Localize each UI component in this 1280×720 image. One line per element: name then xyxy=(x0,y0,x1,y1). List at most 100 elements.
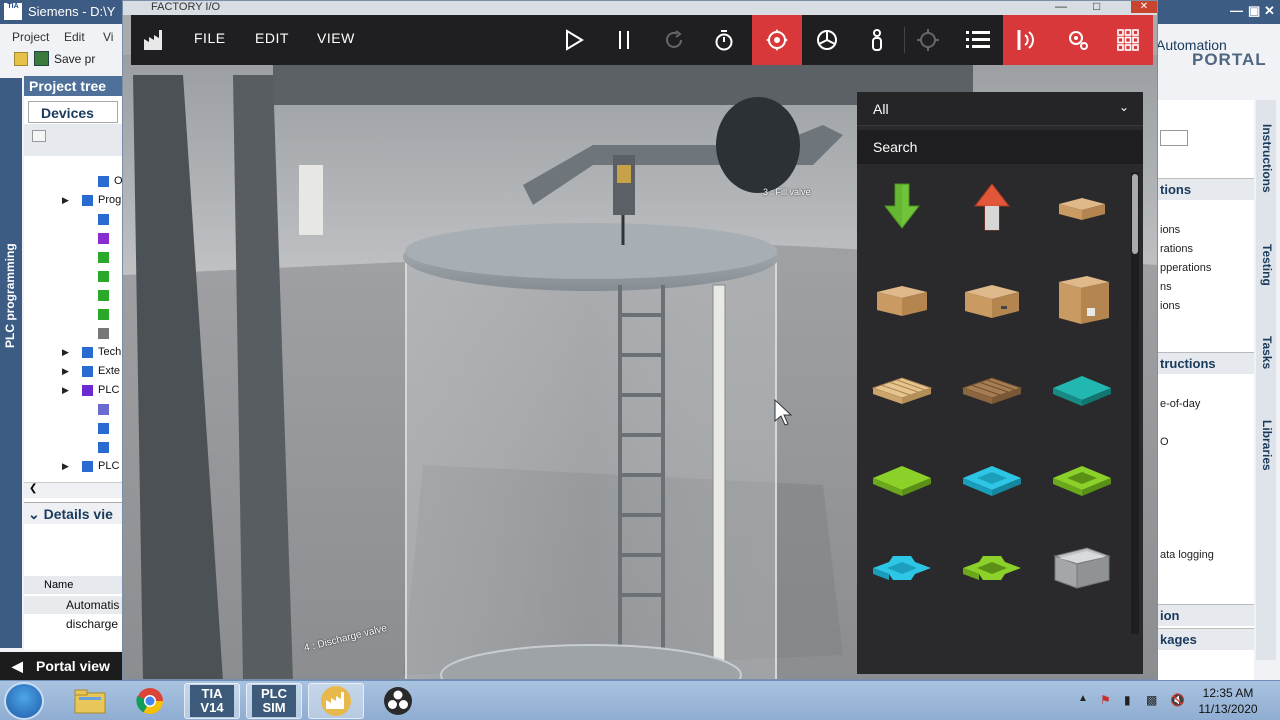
menu-view[interactable]: VIEW xyxy=(317,30,355,46)
stopwatch-icon[interactable] xyxy=(699,15,749,65)
save-project-button[interactable]: Save pr xyxy=(54,52,95,66)
details-row[interactable]: discharge xyxy=(24,615,124,633)
expand-triangle-icon[interactable]: ▶ xyxy=(62,366,69,377)
green-arrow-down-icon[interactable] xyxy=(867,174,937,244)
show-hidden-icons-icon[interactable]: ▲ xyxy=(1078,693,1088,704)
instruction-item[interactable]: rations xyxy=(1160,243,1193,255)
tasks-vertical-tab[interactable]: Tasks xyxy=(1260,336,1274,369)
battery-icon[interactable]: ▮ xyxy=(1124,693,1131,707)
factory-io-icon[interactable] xyxy=(308,683,364,719)
collapse-icon[interactable]: ⌄ xyxy=(28,506,40,522)
fio-maximize-button[interactable]: □ xyxy=(1093,1,1100,13)
signal-icon[interactable]: ▩ xyxy=(1146,693,1157,707)
drivers-icon[interactable] xyxy=(1003,15,1053,65)
tia-menu-view[interactable]: Vi xyxy=(103,30,113,44)
fill-valve-actuator[interactable] xyxy=(716,97,800,193)
tia-menu-edit[interactable]: Edit xyxy=(64,30,85,44)
reset-icon[interactable] xyxy=(649,15,699,65)
flat-box-icon[interactable] xyxy=(1047,174,1117,244)
file-explorer-icon[interactable] xyxy=(62,683,118,719)
tree-item[interactable] xyxy=(24,419,124,438)
instructions-section-basic[interactable]: tions xyxy=(1158,178,1254,200)
tree-item[interactable] xyxy=(24,210,124,229)
tia-v14-icon[interactable]: TIA V14 xyxy=(184,683,240,719)
green-frame-icon[interactable] xyxy=(1047,444,1117,514)
parts-filter-dropdown[interactable]: All ⌄ xyxy=(857,92,1143,126)
instruction-item[interactable]: e-of-day xyxy=(1160,398,1200,410)
instructions-section-packages[interactable]: kages xyxy=(1158,628,1254,650)
red-arrow-up-icon[interactable] xyxy=(957,174,1027,244)
instructions-search-input[interactable] xyxy=(1160,130,1188,146)
tree-item[interactable] xyxy=(24,400,124,419)
pause-icon[interactable] xyxy=(599,15,649,65)
chrome-icon[interactable] xyxy=(122,683,178,719)
instructions-section-extended[interactable]: tructions xyxy=(1158,352,1254,374)
network-flag-icon[interactable]: ⚑ xyxy=(1100,693,1111,707)
tree-item[interactable]: ▶ Tech xyxy=(24,343,124,362)
tree-item[interactable]: Onli xyxy=(24,172,134,191)
parts-grid-icon[interactable] xyxy=(1103,15,1153,65)
tree-item[interactable]: ▶ PLC xyxy=(24,457,124,476)
project-tree-scrollbar[interactable]: ❮ xyxy=(24,482,124,498)
tia-maximize-button[interactable]: ▣ xyxy=(1248,3,1260,19)
tree-item[interactable] xyxy=(24,286,124,305)
new-project-icon[interactable] xyxy=(14,52,28,66)
tree-item[interactable]: ▶ PLC xyxy=(24,381,124,400)
plcsim-icon[interactable]: PLC SIM xyxy=(246,683,302,719)
green-plate-icon[interactable] xyxy=(867,444,937,514)
fly-camera-icon[interactable] xyxy=(802,15,852,65)
add-device-icon[interactable] xyxy=(32,130,46,142)
menu-edit[interactable]: EDIT xyxy=(255,30,289,46)
teal-plate-icon[interactable] xyxy=(1047,354,1117,424)
tree-item[interactable] xyxy=(24,438,124,457)
box-small-icon[interactable] xyxy=(867,264,937,334)
tia-minimize-button[interactable]: — xyxy=(1230,3,1243,18)
instruction-item[interactable]: ata logging xyxy=(1160,549,1214,561)
tree-item[interactable] xyxy=(24,229,124,248)
camera-orbit-icon[interactable] xyxy=(752,15,802,65)
expand-triangle-icon[interactable]: ▶ xyxy=(62,385,69,396)
system-clock[interactable]: 12:35 AM 11/13/2020 xyxy=(1196,685,1260,717)
instruction-item[interactable]: O xyxy=(1160,436,1169,448)
save-icon[interactable] xyxy=(34,51,49,66)
fio-close-button[interactable]: ✕ xyxy=(1131,1,1157,13)
green-cross-icon[interactable] xyxy=(957,534,1027,604)
portal-view-button[interactable]: ◀ Portal view xyxy=(0,652,124,680)
tree-item[interactable] xyxy=(24,324,124,343)
start-orb-icon[interactable] xyxy=(4,682,44,720)
box-large-icon[interactable] xyxy=(1047,264,1117,334)
cyan-cross-icon[interactable] xyxy=(867,534,937,604)
instructions-section-technology[interactable]: ion xyxy=(1158,604,1254,626)
expand-triangle-icon[interactable]: ▶ xyxy=(62,461,69,472)
grey-bin-icon[interactable] xyxy=(1047,534,1117,604)
settings-icon[interactable] xyxy=(1053,15,1103,65)
instructions-vertical-tab[interactable]: Instructions xyxy=(1260,124,1274,193)
obs-icon[interactable] xyxy=(370,683,426,719)
box-medium-icon[interactable] xyxy=(957,264,1027,334)
tree-item[interactable]: ▶ Exte xyxy=(24,362,124,381)
instruction-item[interactable]: pperations xyxy=(1160,262,1211,274)
tree-item[interactable] xyxy=(24,305,124,324)
details-view-header[interactable]: ⌄ Details vie xyxy=(24,502,124,524)
factory-logo-icon[interactable] xyxy=(143,29,165,56)
tree-item[interactable] xyxy=(24,267,124,286)
devices-tab[interactable]: Devices xyxy=(28,101,118,123)
pallet-light-icon[interactable] xyxy=(867,354,937,424)
play-icon[interactable] xyxy=(549,15,599,65)
cyan-frame-icon[interactable] xyxy=(957,444,1027,514)
instruction-item[interactable]: ions xyxy=(1160,300,1180,312)
libraries-vertical-tab[interactable]: Libraries xyxy=(1260,420,1274,471)
volume-muted-icon[interactable]: 🔇 xyxy=(1170,693,1185,707)
tia-menu-project[interactable]: Project xyxy=(12,30,49,44)
tree-item[interactable] xyxy=(24,248,124,267)
fio-minimize-button[interactable]: — xyxy=(1055,1,1067,13)
target-icon[interactable] xyxy=(903,15,953,65)
pallet-dark-icon[interactable] xyxy=(957,354,1027,424)
parts-scrollbar-thumb[interactable] xyxy=(1132,174,1138,254)
plc-programming-vertical-tab[interactable]: PLC programming xyxy=(0,78,22,648)
expand-triangle-icon[interactable]: ▶ xyxy=(62,347,69,358)
instruction-item[interactable]: ns xyxy=(1160,281,1172,293)
instruction-item[interactable]: ions xyxy=(1160,224,1180,236)
menu-file[interactable]: FILE xyxy=(194,30,226,46)
parts-search-input[interactable]: Search xyxy=(857,130,1143,164)
